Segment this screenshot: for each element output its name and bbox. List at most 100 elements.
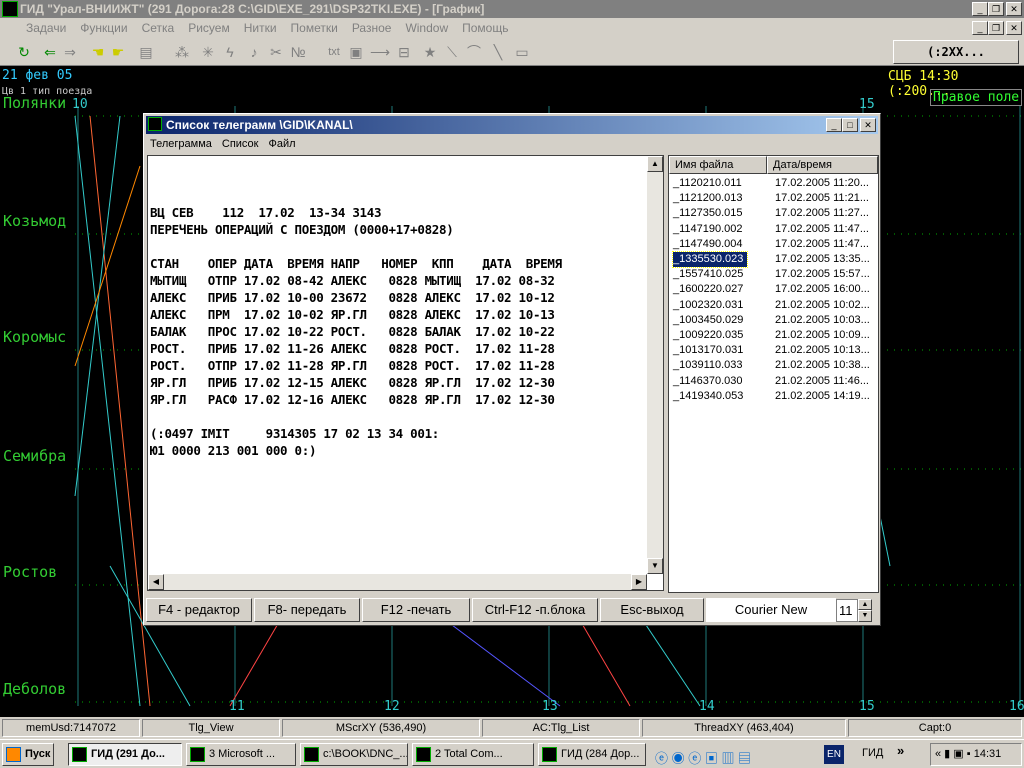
file-datetime: 21.02.2005 10:13... xyxy=(775,344,870,357)
number-icon[interactable]: № xyxy=(288,42,308,62)
horizontal-scrollbar[interactable]: ◀ ▶ xyxy=(148,574,647,590)
station-label: Ростов xyxy=(3,563,58,581)
child-minimize-button[interactable]: _ xyxy=(972,21,988,35)
line-down-icon[interactable]: ╲ xyxy=(488,42,508,62)
font-size-field[interactable]: 11 xyxy=(836,599,858,622)
menu-file[interactable]: Файл xyxy=(269,138,296,150)
taskbar-button[interactable]: ГИД (284 Дор... xyxy=(538,743,646,766)
hour-label-bottom: 16 xyxy=(1009,699,1024,714)
file-name: _1147490.004 xyxy=(673,237,743,250)
refresh-icon[interactable]: ↻ xyxy=(14,42,34,62)
scroll-left-button[interactable]: ◀ xyxy=(148,574,164,590)
child-restore-button[interactable]: ❐ xyxy=(988,21,1004,35)
start-button[interactable]: Пуск xyxy=(2,743,54,766)
spin-up-icon[interactable]: ▲ xyxy=(858,599,872,610)
scroll-up-button[interactable]: ▲ xyxy=(647,156,663,172)
taskbar-toolbar-label[interactable]: ГИД xyxy=(862,747,883,759)
lightning-icon[interactable]: ϟ xyxy=(220,42,240,62)
menu-telegram[interactable]: Телеграмма xyxy=(150,138,212,150)
spin-down-icon[interactable]: ▼ xyxy=(858,610,872,622)
menu-item[interactable]: Window xyxy=(405,21,448,35)
scroll-right-button[interactable]: ▶ xyxy=(631,574,647,590)
status-button[interactable]: (:2XX... xyxy=(893,40,1019,64)
font-size-spinner[interactable]: ▲ ▼ xyxy=(858,599,872,622)
dialog-maximize-button[interactable]: □ xyxy=(842,118,858,132)
menu-item[interactable]: Разное xyxy=(352,21,392,35)
file-list-item[interactable]: _1335530.023 17.02.2005 13:35... xyxy=(672,251,873,268)
quicklaunch-icons[interactable]: ⓔ ◉ ⓔ ▣ ▥ ▤ xyxy=(655,748,751,767)
file-list-item[interactable]: _1419340.053 21.02.2005 14:19... xyxy=(673,389,873,404)
chevron-icon[interactable]: » xyxy=(897,743,904,758)
taskbar-button[interactable]: 3 Microsoft ... xyxy=(186,743,296,766)
file-list-item[interactable]: _1557410.025 17.02.2005 15:57... xyxy=(673,267,873,282)
magic-icon[interactable]: ⁂ xyxy=(172,42,192,62)
close-button[interactable]: ✕ xyxy=(1006,2,1022,16)
file-datetime: 17.02.2005 13:35... xyxy=(775,253,870,265)
taskbar-button[interactable]: ГИД (291 До... xyxy=(68,743,182,766)
rectangle-icon[interactable]: ▭ xyxy=(512,42,532,62)
station-label: Полянки xyxy=(3,94,67,112)
dialog-minimize-button[interactable]: _ xyxy=(826,118,842,132)
taskbar: Пуск ⓔ ◉ ⓔ ▣ ▥ ▤ EN ГИД » « ▮ ▣ ▪ 14:31 … xyxy=(0,739,1024,768)
restore-button[interactable]: ❐ xyxy=(988,2,1004,16)
window-icon[interactable]: ▣ xyxy=(346,42,366,62)
minimize-button[interactable]: _ xyxy=(972,2,988,16)
file-list[interactable]: Имя файла Дата/время _1120210.011 17.02.2… xyxy=(668,155,879,593)
menu-list[interactable]: Список xyxy=(222,138,259,150)
print-button[interactable]: F12 -печать xyxy=(362,598,470,622)
file-list-item[interactable]: _1147490.004 17.02.2005 11:47... xyxy=(673,237,873,252)
column-header-datetime[interactable]: Дата/время xyxy=(767,156,878,174)
right-field-label[interactable]: Правое поле xyxy=(930,89,1023,106)
menu-item[interactable]: Функции xyxy=(80,21,127,35)
exit-button[interactable]: Esc-выход xyxy=(600,598,704,622)
taskbar-button[interactable]: c:\BOOK\DNC_... xyxy=(300,743,408,766)
language-indicator[interactable]: EN xyxy=(824,745,844,764)
file-list-item[interactable]: _1009220.035 21.02.2005 10:09... xyxy=(673,328,873,343)
telegram-text[interactable]: ВЦ СЕВ 112 17.02 13-34 3143 ПЕРЕЧЕНЬ ОПЕ… xyxy=(147,155,664,591)
tray-icons[interactable]: « ▮ ▣ ▪ xyxy=(935,748,974,760)
print-block-button[interactable]: Ctrl-F12 -п.блока xyxy=(472,598,598,622)
scroll-down-button[interactable]: ▼ xyxy=(647,558,663,574)
column-header-filename[interactable]: Имя файла xyxy=(669,156,767,174)
taskbar-button[interactable]: 2 Total Com... xyxy=(412,743,534,766)
arrow-right-icon[interactable]: ⟶ xyxy=(370,42,390,62)
file-name: _1002320.031 xyxy=(673,298,744,311)
file-list-item[interactable]: _1147190.002 17.02.2005 11:47... xyxy=(673,222,873,237)
gap-icon[interactable]: ⊟ xyxy=(394,42,414,62)
scissors-icon[interactable]: ✂ xyxy=(266,42,286,62)
note-icon[interactable]: ♪ xyxy=(244,42,264,62)
hand-left-icon[interactable]: ☚ xyxy=(88,42,108,62)
txt-icon[interactable]: txt xyxy=(324,42,344,62)
child-close-button[interactable]: ✕ xyxy=(1006,21,1022,35)
menu-item[interactable]: Рисуем xyxy=(188,21,230,35)
asterisk-icon[interactable]: ✳ xyxy=(198,42,218,62)
file-list-item[interactable]: _1146370.030 21.02.2005 11:46... xyxy=(673,374,873,389)
file-datetime: 21.02.2005 11:46... xyxy=(775,374,869,387)
hour-label-bottom: 12 xyxy=(384,699,400,714)
document-icon[interactable]: ▤ xyxy=(136,42,156,62)
file-list-item[interactable]: _1039110.033 21.02.2005 10:38... xyxy=(673,358,873,373)
star-icon[interactable]: ★ xyxy=(420,42,440,62)
file-list-item[interactable]: _1600220.027 17.02.2005 16:00... xyxy=(673,282,873,297)
line-step-icon[interactable]: ⟍ xyxy=(442,42,462,62)
menu-item[interactable]: Пометки xyxy=(291,21,338,35)
menu-item[interactable]: Помощь xyxy=(462,21,508,35)
hand-right-icon[interactable]: ☛ xyxy=(108,42,128,62)
file-list-item[interactable]: _1127350.015 17.02.2005 11:27... xyxy=(673,206,873,221)
page-forward-icon[interactable]: ⇒ xyxy=(60,42,80,62)
menu-item[interactable]: Задачи xyxy=(26,21,66,35)
file-list-item[interactable]: _1003450.029 21.02.2005 10:03... xyxy=(673,313,873,328)
page-back-icon[interactable]: ⇐ xyxy=(40,42,60,62)
editor-button[interactable]: F4 - редактор xyxy=(146,598,252,622)
file-list-item[interactable]: _1120210.011 17.02.2005 11:20... xyxy=(673,176,873,191)
menu-item[interactable]: Сетка xyxy=(142,21,175,35)
arc-icon[interactable]: ⌒ xyxy=(464,42,484,62)
font-name-field[interactable]: Courier New xyxy=(706,598,836,622)
file-list-item[interactable]: _1002320.031 21.02.2005 10:02... xyxy=(673,298,873,313)
file-list-item[interactable]: _1013170.031 21.02.2005 10:13... xyxy=(673,343,873,358)
dialog-close-button[interactable]: ✕ xyxy=(860,118,876,132)
send-button[interactable]: F8- передать xyxy=(254,598,360,622)
menu-item[interactable]: Нитки xyxy=(244,21,277,35)
vertical-scrollbar[interactable]: ▲ ▼ xyxy=(647,156,663,574)
file-list-item[interactable]: _1121200.013 17.02.2005 11:21... xyxy=(673,191,873,206)
